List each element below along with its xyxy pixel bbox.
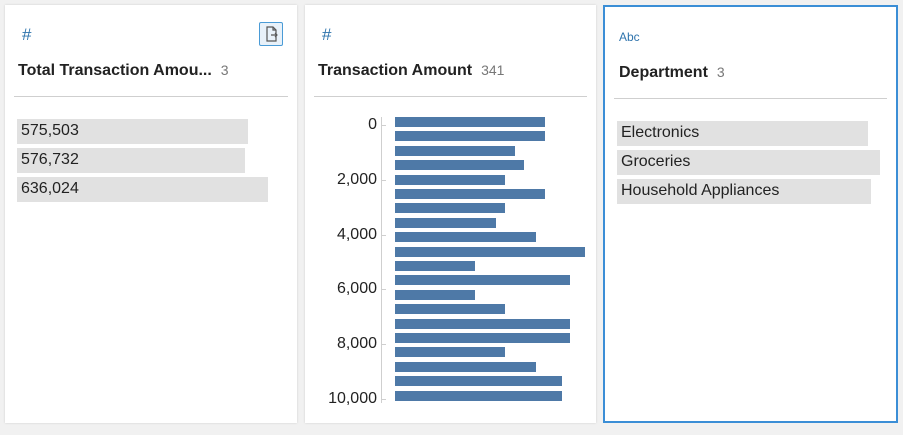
- histogram-bar[interactable]: [395, 275, 570, 286]
- histogram-bar[interactable]: [395, 160, 524, 171]
- histogram-bar[interactable]: [395, 261, 475, 271]
- histogram-bar[interactable]: [395, 232, 536, 243]
- histogram-bar[interactable]: [395, 289, 475, 300]
- hash-icon: #: [22, 25, 32, 44]
- histogram-bar[interactable]: [395, 347, 505, 358]
- field-title: Total Transaction Amou... 3: [18, 62, 229, 79]
- header-divider: [14, 96, 288, 97]
- field-card-total-transaction-amount[interactable]: # Total Transaction Amou... 3 575,503 576,…: [5, 5, 297, 423]
- axis-tick: [381, 125, 386, 126]
- histogram-bar[interactable]: [395, 131, 545, 142]
- axis-tick-label: 4,000: [336, 225, 377, 243]
- value-row[interactable]: 636,024: [17, 177, 268, 202]
- histogram-bar[interactable]: [395, 217, 496, 228]
- value-row[interactable]: Electronics: [617, 121, 868, 146]
- histogram-bar[interactable]: [395, 117, 545, 127]
- histogram-bar[interactable]: [395, 318, 570, 329]
- value-label: 636,024: [21, 180, 79, 197]
- header-divider: [614, 98, 887, 99]
- histogram-bar[interactable]: [395, 189, 545, 199]
- axis-tick-label: 2,000: [336, 170, 377, 188]
- histogram-bar[interactable]: [395, 333, 570, 343]
- value-row[interactable]: Household Appliances: [617, 179, 871, 204]
- histogram-bar[interactable]: [395, 145, 515, 156]
- axis-tick: [381, 289, 386, 291]
- field-count: 341: [481, 62, 505, 78]
- histogram-bar[interactable]: [395, 390, 562, 401]
- axis-tick-label: 10,000: [328, 390, 377, 407]
- header-divider: [314, 96, 587, 97]
- document-menu-icon: [266, 26, 278, 42]
- axis-tick: [381, 399, 386, 400]
- histogram-bar[interactable]: [395, 304, 505, 315]
- value-label: 576,732: [21, 151, 79, 168]
- axis-tick-label: 6,000: [336, 280, 377, 298]
- axis-tick: [381, 179, 386, 181]
- abc-icon: Abc: [619, 30, 640, 44]
- axis-tick: [381, 234, 386, 236]
- field-title: Transaction Amount 341: [318, 62, 505, 79]
- field-title: Department 3: [619, 64, 725, 81]
- field-count: 3: [716, 64, 725, 80]
- hash-icon: #: [322, 25, 332, 44]
- axis-tick: [381, 344, 386, 346]
- histogram-bar[interactable]: [395, 246, 585, 257]
- field-count: 3: [220, 62, 229, 78]
- field-card-department[interactable]: Abc Department 3 Electronics Groceries Hous…: [603, 5, 898, 423]
- axis-tick-label: 8,000: [336, 335, 377, 353]
- field-menu-button[interactable]: [259, 22, 283, 46]
- histogram-bar[interactable]: [395, 203, 505, 214]
- axis-line: [381, 117, 382, 403]
- field-card-transaction-amount[interactable]: # Transaction Amount 341 0 2,000 4,000 6,000…: [305, 5, 596, 423]
- value-row[interactable]: 576,732: [17, 148, 245, 173]
- histogram-bar[interactable]: [395, 361, 536, 372]
- value-label: Household Appliances: [621, 182, 780, 199]
- axis-tick-label: 0: [368, 116, 377, 133]
- value-label: 575,503: [21, 122, 79, 139]
- value-row[interactable]: 575,503: [17, 119, 248, 144]
- value-label: Groceries: [621, 153, 691, 170]
- value-label: Electronics: [621, 124, 700, 141]
- histogram-bar[interactable]: [395, 174, 505, 185]
- value-row[interactable]: Groceries: [617, 150, 880, 175]
- histogram-bar[interactable]: [395, 376, 562, 387]
